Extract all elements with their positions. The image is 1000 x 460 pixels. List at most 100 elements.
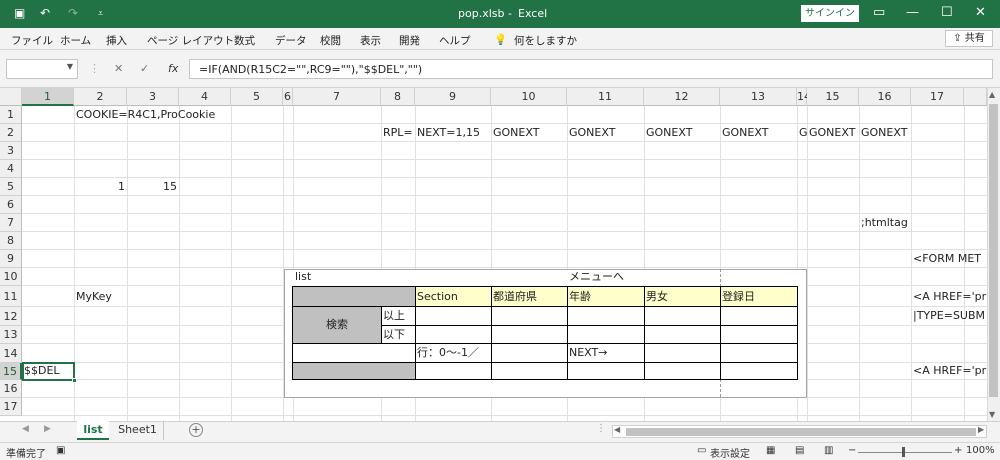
cell-r11c12[interactable]: 男女 bbox=[646, 289, 668, 305]
cell-r5c3[interactable]: 15 bbox=[127, 179, 177, 195]
tab-developer[interactable]: 開発 bbox=[399, 33, 420, 48]
row-header-4[interactable]: 4 bbox=[0, 160, 22, 178]
col-header-7[interactable]: 7 bbox=[293, 88, 381, 106]
cell-r11c9[interactable]: Section bbox=[417, 289, 458, 305]
row-header-15[interactable]: 15 bbox=[0, 363, 22, 380]
signin-button[interactable]: サインイン bbox=[801, 5, 859, 22]
macro-record-icon[interactable]: ▣ bbox=[56, 445, 65, 456]
minimize-icon[interactable]: — bbox=[906, 5, 919, 20]
cell-search[interactable]: 検索 bbox=[293, 317, 381, 333]
row-header-1[interactable]: 1 bbox=[0, 106, 22, 124]
row-header-14[interactable]: 14 bbox=[0, 344, 22, 363]
formula-input[interactable]: =IF(AND(R15C2="",RC9=""),"$$DEL","") bbox=[189, 59, 993, 79]
cell-r14c11[interactable]: NEXT→ bbox=[569, 345, 607, 361]
col-header-14[interactable]: 14 bbox=[797, 88, 811, 106]
horizontal-scroll-thumb[interactable] bbox=[626, 428, 976, 436]
tell-me-search[interactable]: 何をしますか bbox=[514, 33, 577, 48]
col-header-12[interactable]: 12 bbox=[644, 88, 720, 106]
scroll-left-icon[interactable]: ◀ bbox=[614, 425, 620, 434]
cell-r2c9[interactable]: NEXT=1,15 bbox=[417, 125, 480, 141]
cell-r10c11[interactable]: メニューへ bbox=[569, 269, 624, 285]
worksheet-grid[interactable]: 1 2 3 4 5 6 7 8 9 10 11 12 13 14 15 16 1… bbox=[0, 88, 987, 421]
cell-r11c13[interactable]: 登録日 bbox=[722, 289, 755, 305]
row-header-7[interactable]: 7 bbox=[0, 214, 22, 232]
cell-r11c2[interactable]: MyKey bbox=[76, 289, 112, 305]
cell-r2c16[interactable]: GONEXT bbox=[861, 125, 907, 141]
sheet-tab-sheet1[interactable]: Sheet1 bbox=[112, 421, 164, 440]
col-header-9[interactable]: 9 bbox=[415, 88, 491, 106]
col-header-2[interactable]: 2 bbox=[74, 88, 127, 106]
col-header-11[interactable]: 11 bbox=[567, 88, 644, 106]
col-header-5[interactable]: 5 bbox=[231, 88, 283, 106]
enter-icon[interactable]: ✓ bbox=[140, 62, 149, 75]
row-header-17[interactable]: 17 bbox=[0, 398, 22, 416]
display-settings-button[interactable]: 表示設定 bbox=[710, 445, 750, 460]
scroll-up-icon[interactable]: ▲ bbox=[989, 90, 995, 99]
col-header-15[interactable]: 15 bbox=[807, 88, 859, 106]
select-all-corner[interactable] bbox=[0, 88, 22, 106]
cell-r2c8[interactable]: RPL= bbox=[383, 125, 413, 141]
cell-r15c17[interactable]: <A HREF='pr bbox=[913, 363, 987, 379]
tab-data[interactable]: データ bbox=[275, 33, 307, 48]
col-header-3[interactable]: 3 bbox=[127, 88, 179, 106]
tab-file[interactable]: ファイル bbox=[11, 33, 53, 48]
active-cell[interactable] bbox=[22, 362, 75, 381]
scroll-right-icon[interactable]: ▶ bbox=[978, 425, 984, 434]
close-icon[interactable]: ✕ bbox=[975, 5, 986, 20]
row-header-12[interactable]: 12 bbox=[0, 307, 22, 326]
cell-r12c8[interactable]: 以上 bbox=[383, 308, 405, 324]
cell-r1c2[interactable]: COOKIE=R4C1,ProCookie bbox=[76, 107, 215, 123]
split-handle-icon[interactable]: ⋮ bbox=[596, 423, 606, 434]
zoom-in-button[interactable]: + bbox=[954, 445, 962, 456]
save-icon[interactable]: ▣ bbox=[14, 6, 25, 20]
cell-r12c17[interactable]: |TYPE=SUBM bbox=[913, 308, 987, 324]
page-layout-view-icon[interactable]: ▤ bbox=[795, 445, 804, 456]
tab-help[interactable]: ヘルプ bbox=[439, 33, 471, 48]
col-header-6[interactable]: 6 bbox=[283, 88, 293, 106]
fill-handle[interactable] bbox=[72, 378, 77, 383]
redo-icon[interactable]: ↷ bbox=[68, 6, 78, 20]
scroll-tabs-right-icon[interactable]: ▶ bbox=[44, 424, 51, 434]
scroll-down-icon[interactable]: ▼ bbox=[989, 410, 995, 419]
undo-icon[interactable]: ↶ bbox=[40, 6, 50, 20]
row-header-11[interactable]: 11 bbox=[0, 286, 22, 307]
col-header-13[interactable]: 13 bbox=[720, 88, 797, 106]
row-header-6[interactable]: 6 bbox=[0, 196, 22, 214]
tab-review[interactable]: 校閲 bbox=[320, 33, 341, 48]
cell-r9c17[interactable]: <FORM MET bbox=[913, 251, 987, 267]
row-header-13[interactable]: 13 bbox=[0, 326, 22, 344]
col-header-8[interactable]: 8 bbox=[381, 88, 415, 106]
row-header-5[interactable]: 5 bbox=[0, 178, 22, 196]
sheet-tab-list[interactable]: list bbox=[77, 421, 109, 440]
col-header-4[interactable]: 4 bbox=[179, 88, 231, 106]
chevron-down-icon[interactable]: ▼ bbox=[67, 62, 73, 71]
col-header-16[interactable]: 16 bbox=[859, 88, 911, 106]
cell-r2c12[interactable]: GONEXT bbox=[646, 125, 692, 141]
cell-r7c16[interactable]: ;htmltag bbox=[861, 215, 908, 231]
cell-r10c6[interactable]: list bbox=[295, 269, 311, 285]
row-header-8[interactable]: 8 bbox=[0, 232, 22, 250]
cell-r11c11[interactable]: 年齢 bbox=[569, 289, 591, 305]
cell-r11c10[interactable]: 都道府県 bbox=[493, 289, 537, 305]
cell-r2c14[interactable]: G bbox=[799, 125, 807, 141]
zoom-slider[interactable] bbox=[858, 452, 952, 453]
name-box[interactable]: ▼ bbox=[6, 59, 78, 79]
cell-r2c15[interactable]: GONEXT bbox=[809, 125, 855, 141]
tab-insert[interactable]: 挿入 bbox=[106, 33, 127, 48]
share-button[interactable]: ⇪ 共有 bbox=[945, 30, 993, 47]
row-header-3[interactable]: 3 bbox=[0, 142, 22, 160]
cell-r2c13[interactable]: GONEXT bbox=[722, 125, 768, 141]
col-header-18[interactable] bbox=[964, 88, 987, 106]
zoom-out-button[interactable]: − bbox=[848, 445, 856, 456]
cell-r13c8[interactable]: 以下 bbox=[383, 327, 405, 343]
scroll-tabs-left-icon[interactable]: ◀ bbox=[22, 424, 29, 434]
cell-r14c9[interactable]: 行：0～-1／ bbox=[417, 345, 479, 361]
col-header-1[interactable]: 1 bbox=[22, 88, 74, 106]
tab-home[interactable]: ホーム bbox=[60, 33, 91, 48]
normal-view-icon[interactable]: ▦ bbox=[766, 445, 775, 456]
cell-r2c11[interactable]: GONEXT bbox=[569, 125, 615, 141]
col-header-17[interactable]: 17 bbox=[911, 88, 964, 106]
row-header-10[interactable]: 10 bbox=[0, 268, 22, 286]
tab-page-layout[interactable]: ページ レイアウト bbox=[147, 33, 234, 48]
tab-view[interactable]: 表示 bbox=[360, 33, 381, 48]
